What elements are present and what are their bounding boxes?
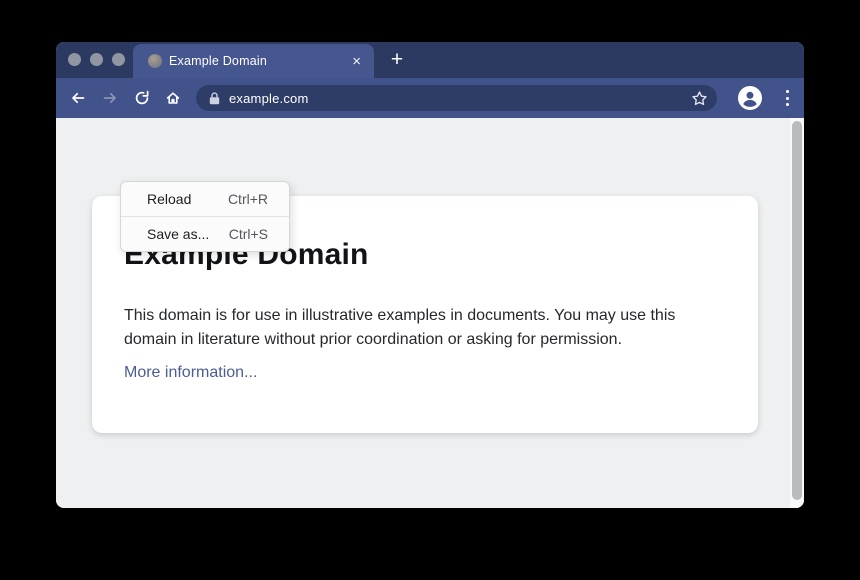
context-menu-item-reload[interactable]: Reload Ctrl+R — [121, 182, 289, 216]
page-viewport: Example Domain This domain is for use in… — [56, 118, 804, 508]
page-paragraph: This domain is for use in illustrative e… — [124, 304, 709, 352]
vertical-scrollbar-thumb[interactable] — [792, 121, 802, 500]
browser-toolbar: example.com — [56, 78, 804, 118]
menu-item-label: Save as... — [147, 226, 209, 242]
url-text: example.com — [229, 91, 309, 106]
more-information-link[interactable]: More information... — [124, 364, 257, 382]
lock-icon[interactable] — [209, 92, 220, 105]
globe-favicon-icon — [148, 54, 162, 68]
window-close-button[interactable] — [68, 53, 81, 66]
reload-icon[interactable] — [134, 90, 150, 106]
profile-avatar-button[interactable] — [738, 86, 762, 110]
window-maximize-button[interactable] — [112, 53, 125, 66]
bookmark-star-icon[interactable] — [691, 90, 708, 107]
tab-close-icon[interactable]: × — [352, 54, 361, 69]
tab-title: Example Domain — [169, 54, 267, 68]
new-tab-button[interactable]: + — [384, 47, 410, 73]
window-minimize-button[interactable] — [90, 53, 103, 66]
vertical-scrollbar-track[interactable] — [790, 118, 804, 508]
menu-item-shortcut: Ctrl+R — [228, 191, 268, 207]
kebab-menu-icon[interactable] — [779, 90, 795, 106]
menu-item-shortcut: Ctrl+S — [229, 226, 268, 242]
address-bar[interactable]: example.com — [196, 85, 717, 111]
tab-example-domain[interactable]: Example Domain × — [133, 44, 374, 78]
forward-icon[interactable] — [102, 90, 118, 106]
home-icon[interactable] — [165, 90, 181, 106]
title-bar[interactable]: Example Domain × + — [56, 42, 804, 78]
back-icon[interactable] — [70, 90, 86, 106]
browser-window: Example Domain × + example.com — [56, 42, 804, 508]
context-menu-item-save-as[interactable]: Save as... Ctrl+S — [121, 216, 289, 251]
menu-item-label: Reload — [147, 191, 191, 207]
context-menu: Reload Ctrl+R Save as... Ctrl+S — [120, 181, 290, 252]
